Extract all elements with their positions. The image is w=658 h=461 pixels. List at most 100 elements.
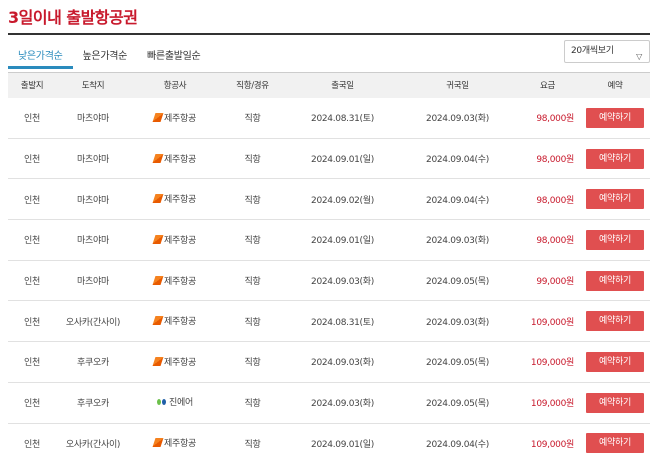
page-title: 3일이내 출발항공권 (8, 8, 138, 27)
cell-departure: 인천 (24, 439, 40, 450)
table-row: 인천 후쿠오카 진에어 직항 2024.09.03(화) 2024.09.05(목) 109… (8, 382, 650, 423)
airline-name: 제주항공 (164, 276, 196, 287)
airline-name: 제주항공 (164, 357, 196, 368)
reserve-button[interactable]: 예약하기 (586, 392, 644, 413)
table-row: 인천 오사카(간사이) 제주항공 직항 2024.09.01(일) 2024.09.04(… (8, 423, 650, 461)
cell-airline: 제주항공 (130, 179, 220, 220)
cell-depart-date: 2024.09.01(일) (311, 236, 374, 247)
per-page-select[interactable]: 20개씩보기 ▽ (564, 40, 650, 63)
cell-return-date: 2024.09.04(수) (426, 195, 489, 206)
cell-depart-date: 2024.09.03(화) (311, 399, 374, 410)
cell-route-type: 직항 (244, 114, 261, 125)
cell-departure: 인천 (24, 317, 40, 328)
cell-return-date: 2024.09.05(목) (426, 358, 489, 369)
cell-departure: 인천 (24, 277, 40, 288)
cell-airline: 제주항공 (130, 301, 220, 342)
cell-airline: 제주항공 (130, 220, 220, 261)
tab-early-departure[interactable]: 빠른출발일순 (137, 47, 210, 69)
cell-reserve: 예약하기 (580, 179, 650, 220)
cell-depart-date: 2024.09.03(화) (311, 277, 374, 288)
header-airline: 항공사 (163, 81, 187, 92)
cell-price: 98,000원 (536, 114, 574, 125)
cell-airline: 제주항공 (130, 138, 220, 179)
airline-name: 제주항공 (164, 235, 196, 246)
reserve-button[interactable]: 예약하기 (586, 433, 644, 454)
jeju-air-logo-icon (152, 356, 164, 366)
header-return-date: 귀국일 (446, 81, 469, 92)
cell-airline: 진에어 (130, 382, 220, 423)
cell-route-type: 직항 (244, 399, 261, 410)
flight-table: 출발지 도착지 항공사 직항/경유 출국일 귀국일 요금 예약 인천 마츠야마 제주… (8, 72, 650, 461)
cell-return-date: 2024.09.04(수) (426, 155, 489, 166)
cell-route-type: 직항 (244, 195, 261, 206)
header-arrival: 도착지 (81, 81, 105, 92)
cell-depart-date: 2024.09.02(월) (311, 195, 374, 206)
cell-route-type: 직항 (244, 155, 261, 166)
cell-route-type: 직항 (244, 277, 261, 288)
chevron-down-icon: ▽ (636, 52, 642, 61)
reserve-button[interactable]: 예약하기 (586, 229, 644, 250)
header-route-type: 직항/경유 (236, 81, 269, 92)
cell-arrival: 오사카(간사이) (65, 317, 121, 328)
cell-arrival: 마츠야마 (77, 236, 109, 247)
airline-name: 제주항공 (164, 317, 196, 328)
cell-price: 109,000원 (530, 439, 574, 450)
cell-arrival: 후쿠오카 (77, 358, 109, 369)
reserve-button[interactable]: 예약하기 (586, 270, 644, 291)
cell-arrival: 마츠야마 (77, 155, 109, 166)
airline-label: 제주항공 (152, 355, 196, 368)
cell-reserve: 예약하기 (580, 342, 650, 383)
cell-reserve: 예약하기 (580, 301, 650, 342)
header-departure: 출발지 (20, 81, 44, 92)
cell-return-date: 2024.09.03(화) (426, 317, 489, 328)
cell-reserve: 예약하기 (580, 260, 650, 301)
reserve-button[interactable]: 예약하기 (586, 148, 644, 169)
airline-name: 제주항공 (164, 195, 196, 206)
jeju-air-logo-icon (152, 316, 164, 326)
tab-high-price[interactable]: 높은가격순 (73, 47, 138, 69)
jeju-air-logo-icon (152, 112, 164, 122)
airline-name: 진에어 (169, 398, 193, 409)
cell-airline: 제주항공 (130, 260, 220, 301)
jeju-air-logo-icon (152, 275, 164, 285)
cell-return-date: 2024.09.04(수) (426, 439, 489, 450)
cell-airline: 제주항공 (130, 98, 220, 139)
jeju-air-logo-icon (152, 438, 164, 448)
table-row: 인천 마츠야마 제주항공 직항 2024.08.31(토) 2024.09.03(화) 98… (8, 98, 650, 139)
airline-name: 제주항공 (164, 113, 196, 124)
cell-route-type: 직항 (244, 439, 261, 450)
cell-reserve: 예약하기 (580, 423, 650, 461)
airline-label: 제주항공 (152, 111, 196, 124)
cell-airline: 제주항공 (130, 423, 220, 461)
jeju-air-logo-icon (152, 234, 164, 244)
reserve-button[interactable]: 예약하기 (586, 189, 644, 210)
cell-reserve: 예약하기 (580, 220, 650, 261)
airline-label: 제주항공 (152, 274, 196, 287)
cell-price: 109,000원 (530, 399, 574, 410)
cell-reserve: 예약하기 (580, 98, 650, 139)
airline-name: 제주항공 (164, 439, 196, 450)
reserve-button[interactable]: 예약하기 (586, 107, 644, 128)
per-page-value: 20개씩보기 (571, 46, 614, 56)
table-row: 인천 오사카(간사이) 제주항공 직항 2024.08.31(토) 2024.09.03(… (8, 301, 650, 342)
reserve-button[interactable]: 예약하기 (586, 311, 644, 332)
airline-label: 진에어 (157, 395, 193, 408)
airline-label: 제주항공 (152, 314, 196, 328)
cell-price: 98,000원 (536, 236, 574, 247)
cell-route-type: 직항 (244, 317, 261, 328)
cell-departure: 인천 (24, 236, 40, 247)
cell-price: 109,000원 (530, 317, 574, 328)
cell-route-type: 직항 (244, 236, 261, 247)
cell-route-type: 직항 (244, 358, 261, 369)
tab-low-price[interactable]: 낮은가격순 (8, 47, 73, 69)
cell-return-date: 2024.09.05(목) (426, 399, 489, 410)
reserve-button[interactable]: 예약하기 (586, 351, 644, 372)
table-row: 인천 마츠야마 제주항공 직항 2024.09.02(월) 2024.09.04(수) 98… (8, 179, 650, 220)
cell-reserve: 예약하기 (580, 382, 650, 423)
jeju-air-logo-icon (152, 153, 164, 163)
table-row: 인천 마츠야마 제주항공 직항 2024.09.01(일) 2024.09.03(화) 98… (8, 220, 650, 261)
airline-label: 제주항공 (152, 233, 196, 246)
cell-arrival: 마츠야마 (77, 277, 109, 288)
cell-return-date: 2024.09.03(화) (426, 236, 489, 247)
title-divider (8, 33, 650, 35)
